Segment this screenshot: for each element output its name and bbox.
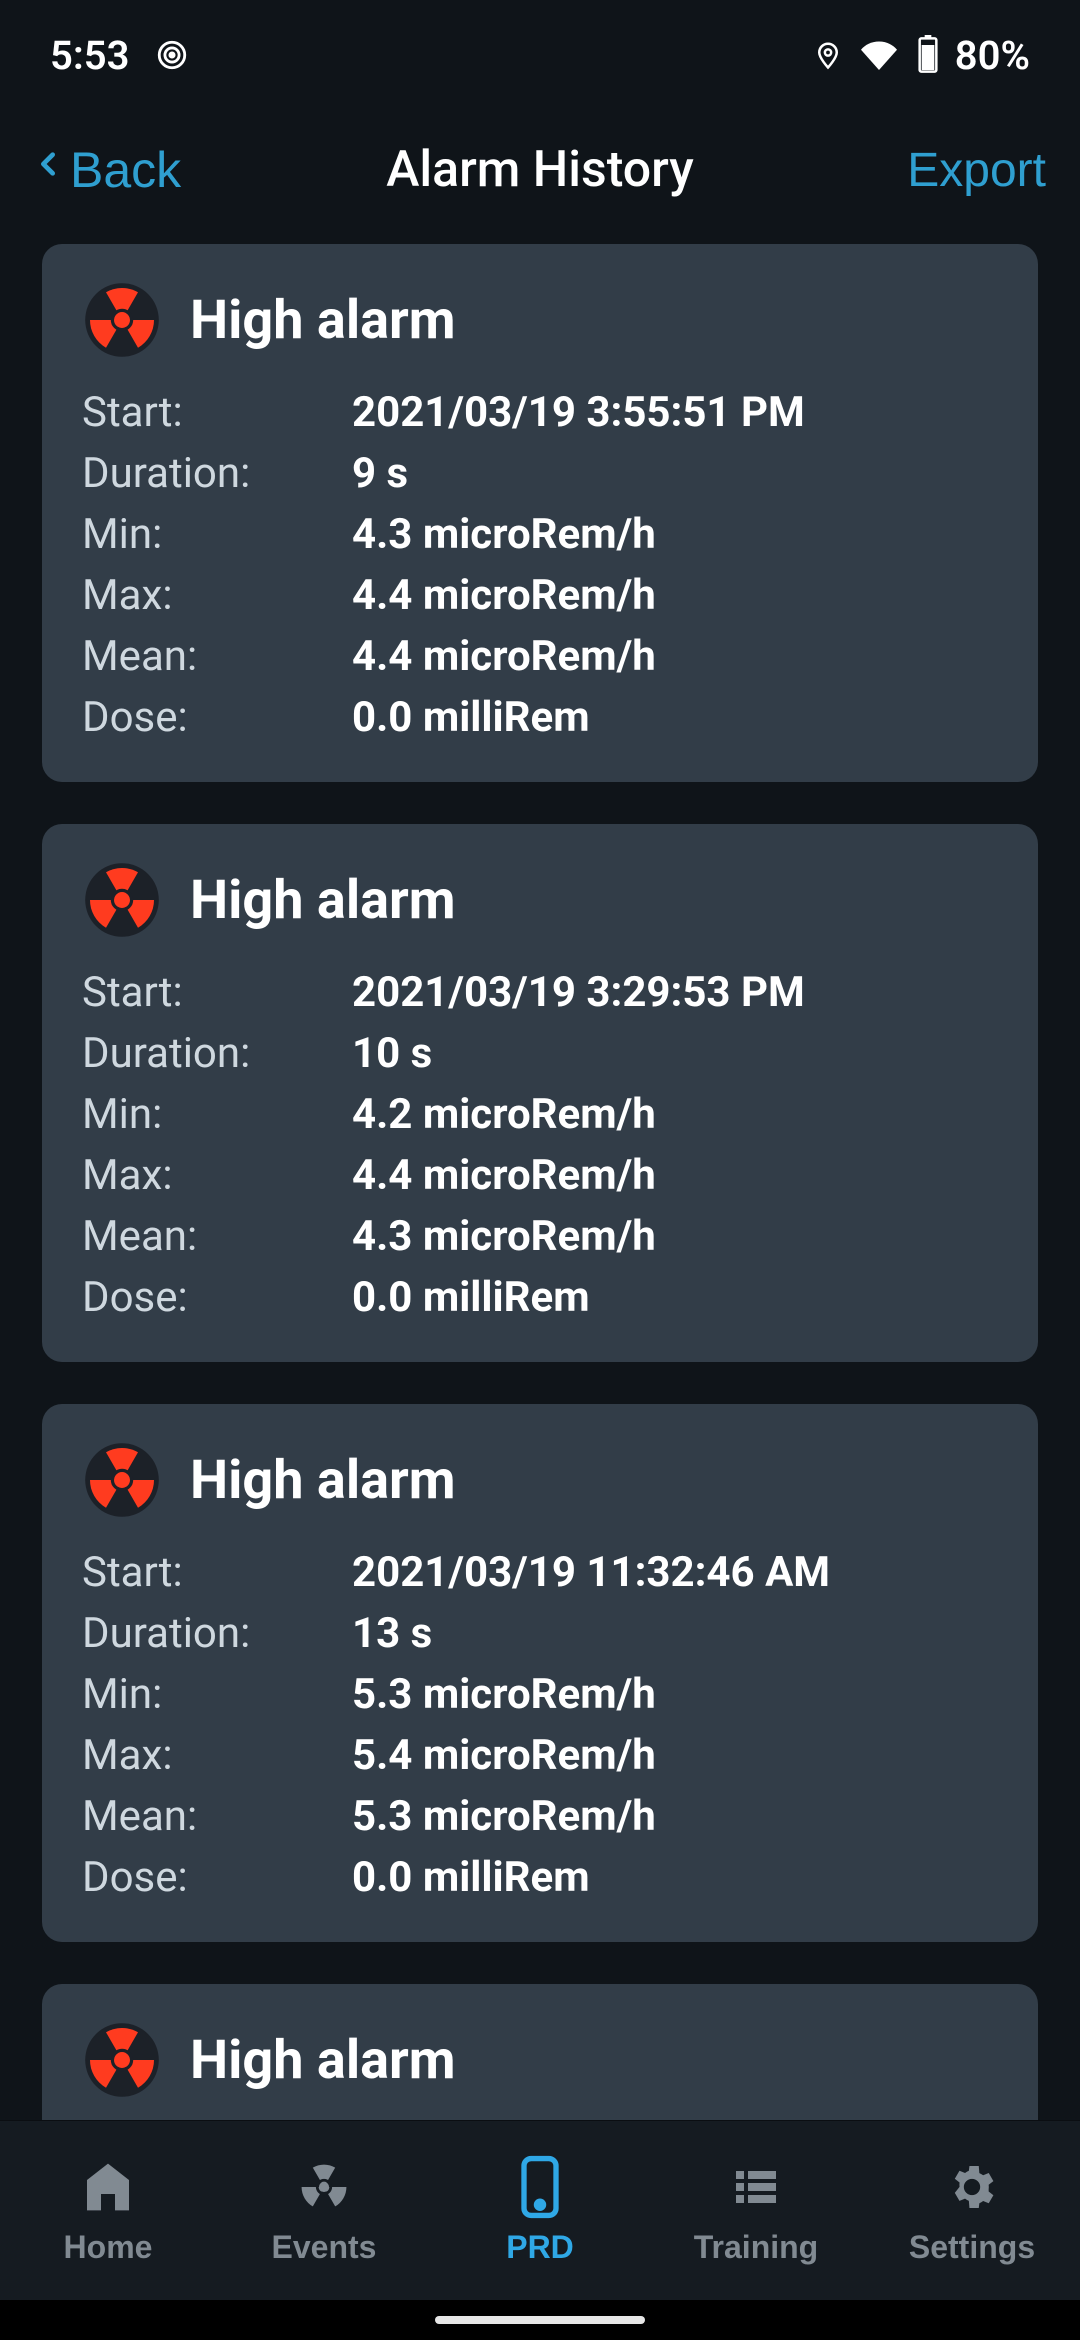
tab-home[interactable]: Home <box>8 2155 208 2266</box>
label-start: Start: <box>82 1548 352 1597</box>
tab-training[interactable]: Training <box>656 2155 856 2266</box>
gesture-bar <box>0 2300 1080 2340</box>
value-dose: 0.0 milliRem <box>352 693 590 742</box>
value-mean: 5.3 microRem/h <box>352 1792 656 1841</box>
export-button[interactable]: Export <box>907 143 1046 198</box>
label-dose: Dose: <box>82 1273 352 1322</box>
value-min: 4.2 microRem/h <box>352 1090 656 1139</box>
status-time: 5:53 <box>50 32 129 79</box>
tab-events[interactable]: Events <box>224 2155 424 2266</box>
tab-training-label: Training <box>694 2229 818 2266</box>
alarm-list[interactable]: High alarm Start:2021/03/19 3:55:51 PM D… <box>0 230 1080 2120</box>
label-mean: Mean: <box>82 632 352 681</box>
tab-events-label: Events <box>272 2229 377 2266</box>
label-start: Start: <box>82 968 352 1017</box>
back-button[interactable]: Back <box>34 140 181 200</box>
value-duration: 13 s <box>352 1609 432 1658</box>
alarm-title: High alarm <box>190 1449 456 1512</box>
alarm-title: High alarm <box>190 289 456 352</box>
value-max: 4.4 microRem/h <box>352 571 656 620</box>
value-mean: 4.4 microRem/h <box>352 632 656 681</box>
value-max: 5.4 microRem/h <box>352 1731 656 1780</box>
back-label: Back <box>70 141 181 199</box>
alarm-card[interactable]: High alarm Start:2021/03/19 3:55:51 PM D… <box>42 244 1038 782</box>
value-start: 2021/03/19 3:55:51 PM <box>352 388 805 437</box>
radiation-icon <box>296 2155 352 2219</box>
chevron-left-icon <box>34 140 62 200</box>
label-mean: Mean: <box>82 1792 352 1841</box>
value-duration: 10 s <box>352 1029 432 1078</box>
status-battery-text: 80% <box>955 32 1030 79</box>
wifi-icon <box>857 37 901 73</box>
radiation-icon <box>82 2020 162 2100</box>
battery-icon <box>915 35 941 75</box>
page-title: Alarm History <box>386 141 694 199</box>
label-max: Max: <box>82 1151 352 1200</box>
tab-prd[interactable]: PRD <box>440 2155 640 2266</box>
value-mean: 4.3 microRem/h <box>352 1212 656 1261</box>
value-duration: 9 s <box>352 449 408 498</box>
label-dose: Dose: <box>82 1853 352 1902</box>
tab-prd-label: PRD <box>506 2229 574 2266</box>
value-min: 5.3 microRem/h <box>352 1670 656 1719</box>
value-start: 2021/03/19 3:29:53 PM <box>352 968 805 1017</box>
label-max: Max: <box>82 571 352 620</box>
value-dose: 0.0 milliRem <box>352 1273 590 1322</box>
label-max: Max: <box>82 1731 352 1780</box>
alarm-card[interactable]: High alarm Start:2021/03/19 11:32:46 AM … <box>42 1404 1038 1942</box>
label-min: Min: <box>82 1090 352 1139</box>
radiation-icon <box>82 860 162 940</box>
alarm-card[interactable]: High alarm Start:2021/03/19 3:29:53 PM D… <box>42 824 1038 1362</box>
label-mean: Mean: <box>82 1212 352 1261</box>
label-min: Min: <box>82 1670 352 1719</box>
location-icon <box>813 36 843 74</box>
value-start: 2021/03/19 11:32:46 AM <box>352 1548 830 1597</box>
list-icon <box>728 2155 784 2219</box>
label-min: Min: <box>82 510 352 559</box>
alarm-card[interactable]: High alarm Start: <box>42 1984 1038 2120</box>
radiation-icon <box>82 1440 162 1520</box>
label-duration: Duration: <box>82 449 352 498</box>
tab-settings[interactable]: Settings <box>872 2155 1072 2266</box>
nav-header: Back Alarm History Export <box>0 110 1080 230</box>
label-duration: Duration: <box>82 1609 352 1658</box>
value-dose: 0.0 milliRem <box>352 1853 590 1902</box>
device-icon <box>516 2155 564 2219</box>
radiation-icon <box>82 280 162 360</box>
label-start: Start: <box>82 388 352 437</box>
tab-settings-label: Settings <box>909 2229 1035 2266</box>
status-bar: 5:53 80% <box>0 0 1080 110</box>
tab-home-label: Home <box>64 2229 153 2266</box>
label-duration: Duration: <box>82 1029 352 1078</box>
label-dose: Dose: <box>82 693 352 742</box>
value-max: 4.4 microRem/h <box>352 1151 656 1200</box>
alarm-title: High alarm <box>190 2029 456 2092</box>
alarm-title: High alarm <box>190 869 456 932</box>
home-icon <box>80 2155 136 2219</box>
value-min: 4.3 microRem/h <box>352 510 656 559</box>
target-icon <box>155 38 189 72</box>
tab-bar: Home Events PRD Training Settings <box>0 2120 1080 2300</box>
gear-icon <box>944 2155 1000 2219</box>
